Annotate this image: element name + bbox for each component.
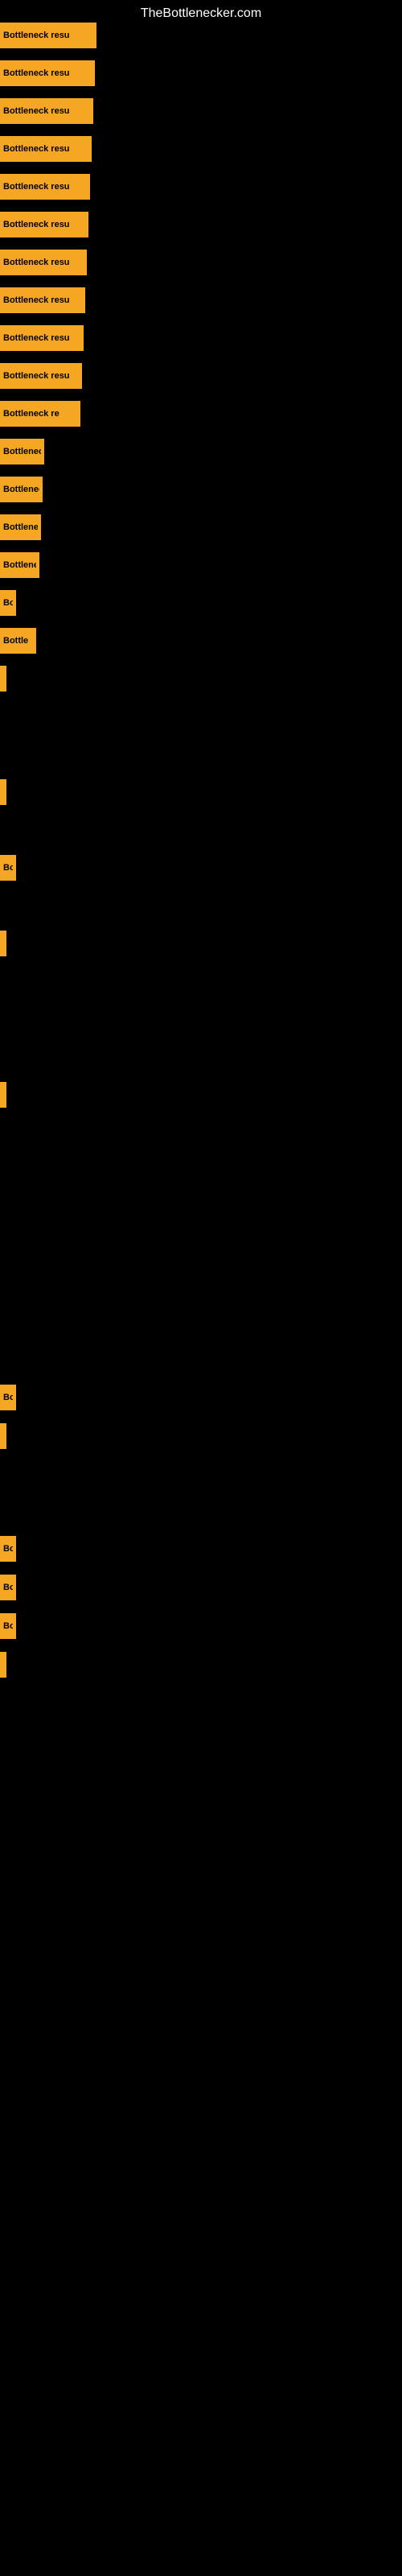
bottleneck-bar[interactable]: Bottleneck re [0,401,80,427]
bottleneck-bar[interactable]: Bottlene [0,552,39,578]
bar-container: Bottleneck re [0,477,43,502]
bar-container [0,931,6,956]
bar-label: Bottleneck resu [3,31,70,40]
bottleneck-bar[interactable]: Bottleneck resu [0,23,96,48]
bar-label: Bottleneck resu [3,371,70,381]
bar-label: Bottleneck resu [3,68,70,78]
bar-label: Bottle [3,636,28,646]
bottleneck-bar[interactable]: Bo [0,1575,16,1600]
bottleneck-bar[interactable] [0,1082,6,1108]
bottleneck-bar[interactable]: Bottleneck resu [0,363,82,389]
bar-container: Bottleneck r [0,514,41,540]
bottleneck-bar[interactable]: Bottleneck resu [0,136,92,162]
bar-container: Bottleneck resu [0,212,88,237]
bottleneck-bar[interactable]: Bo [0,1385,16,1410]
bottleneck-bar[interactable]: Bottleneck resu [0,98,93,124]
bar-label: Bottleneck r [3,522,38,532]
bottleneck-bar[interactable]: Bottleneck r [0,439,44,464]
bar-label: Bottlene [3,560,36,570]
bar-label: Bottleneck resu [3,333,70,343]
bottleneck-bar[interactable] [0,666,6,691]
bottleneck-bar[interactable]: Bottleneck resu [0,325,84,351]
bottleneck-bar[interactable]: Bo [0,1613,16,1639]
bar-container: Bottlene [0,552,39,578]
bar-container: Bo [0,1575,16,1600]
bar-container: Bottleneck resu [0,363,82,389]
bottleneck-bar[interactable]: Bo [0,590,16,616]
bottleneck-bar[interactable]: Bottleneck resu [0,174,90,200]
bar-container: Bottleneck r [0,439,44,464]
bottleneck-bar[interactable]: Bottleneck resu [0,250,87,275]
bar-label: Bottleneck re [3,409,59,419]
bar-label: Bottleneck resu [3,258,70,267]
bar-label: Bo [3,1583,13,1592]
bar-container: Bottle [0,628,36,654]
bar-label: Bo [3,1393,13,1402]
bar-container: Bo [0,1385,16,1410]
bar-container: Bottleneck resu [0,23,96,48]
bar-container: Bottleneck resu [0,136,92,162]
bar-container: Bottleneck resu [0,60,95,86]
bottleneck-bar[interactable]: Bottleneck resu [0,287,85,313]
bottleneck-bar[interactable] [0,779,6,805]
bottleneck-bar[interactable]: Bottleneck resu [0,212,88,237]
bar-label: Bottleneck resu [3,144,70,154]
bottleneck-bar[interactable]: Bottleneck re [0,477,43,502]
bar-container: Bo [0,1613,16,1639]
bar-label: Bottleneck resu [3,106,70,116]
bar-label: Bottleneck resu [3,295,70,305]
bottleneck-bar[interactable] [0,1652,6,1678]
bar-container: Bo [0,855,16,881]
bottleneck-bar[interactable]: Bo [0,855,16,881]
bar-label: Bo [3,1544,13,1554]
bar-container [0,1652,6,1678]
bar-label: Bottleneck re [3,485,39,494]
bar-label: Bottleneck resu [3,182,70,192]
bar-label: Bo [3,863,13,873]
bar-container: Bottleneck resu [0,325,84,351]
bottleneck-bar[interactable]: Bo [0,1536,16,1562]
bar-container: Bottleneck resu [0,174,90,200]
bottleneck-bar[interactable]: Bottleneck r [0,514,41,540]
bar-label: Bo [3,598,13,608]
bar-container [0,666,6,691]
bottleneck-bar[interactable]: Bottle [0,628,36,654]
bar-container [0,1082,6,1108]
bar-container: Bottleneck resu [0,250,87,275]
bottleneck-bar[interactable] [0,1423,6,1449]
bottleneck-bar[interactable] [0,931,6,956]
bar-container: Bo [0,590,16,616]
bar-container [0,779,6,805]
bottleneck-bar[interactable]: Bottleneck resu [0,60,95,86]
bar-label: Bottleneck resu [3,220,70,229]
bar-label: Bottleneck r [3,447,41,456]
bar-container: Bo [0,1536,16,1562]
bar-container: Bottleneck resu [0,98,93,124]
bar-container: Bottleneck resu [0,287,85,313]
bar-container [0,1423,6,1449]
bar-container: Bottleneck re [0,401,80,427]
bar-label: Bo [3,1621,13,1631]
